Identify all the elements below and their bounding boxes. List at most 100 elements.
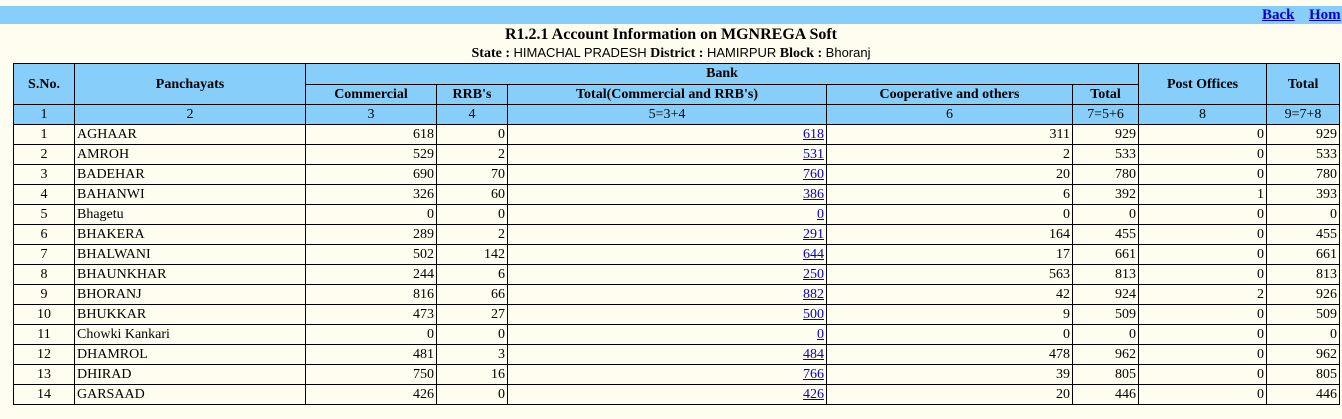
table-row: 2 AMROH 529 2 531 2 533 0 533 bbox=[13, 144, 1341, 165]
cell-sno: 8 bbox=[13, 264, 75, 285]
total-commercial-rrb-link[interactable]: 0 bbox=[817, 327, 824, 342]
cell-total: 455 bbox=[1266, 224, 1341, 245]
table-row: 1 AGHAAR 618 0 618 311 929 0 929 bbox=[13, 124, 1341, 145]
cell-sno: 1 bbox=[13, 124, 75, 145]
cell-cooperative: 6 bbox=[826, 184, 1073, 205]
cell-cooperative: 20 bbox=[826, 384, 1073, 405]
total-commercial-rrb-link[interactable]: 760 bbox=[803, 167, 824, 182]
cell-sno: 5 bbox=[13, 204, 75, 225]
cell-sno: 10 bbox=[13, 304, 75, 325]
cell-bank-total: 929 bbox=[1071, 124, 1140, 145]
state-value: HIMACHAL PRADESH bbox=[513, 45, 647, 60]
back-link[interactable]: Back bbox=[1262, 7, 1295, 24]
header-commercial: Commercial bbox=[305, 83, 437, 105]
cell-post-offices: 0 bbox=[1138, 344, 1268, 365]
cell-total: 805 bbox=[1266, 364, 1341, 385]
cell-total-commercial-rrb: 484 bbox=[507, 344, 827, 365]
cell-bank-total: 455 bbox=[1071, 224, 1140, 245]
cell-total: 446 bbox=[1266, 384, 1341, 405]
cell-cooperative: 9 bbox=[826, 304, 1073, 325]
cell-cooperative: 0 bbox=[826, 324, 1073, 345]
total-commercial-rrb-link[interactable]: 250 bbox=[803, 267, 824, 282]
nav-bar: Back Hom bbox=[0, 6, 1342, 24]
total-commercial-rrb-link[interactable]: 426 bbox=[803, 387, 824, 402]
cell-bank-total: 509 bbox=[1071, 304, 1140, 325]
cell-total-commercial-rrb: 766 bbox=[507, 364, 827, 385]
cell-total-commercial-rrb: 426 bbox=[507, 384, 827, 405]
table-row: 14 GARSAAD 426 0 426 20 446 0 446 bbox=[13, 384, 1341, 405]
cell-panchayat-name: BAHANWI bbox=[74, 184, 306, 205]
cell-panchayat-name: BHAKERA bbox=[74, 224, 306, 245]
total-commercial-rrb-link[interactable]: 0 bbox=[817, 207, 824, 222]
cell-rrb: 0 bbox=[436, 324, 508, 345]
cell-sno: 14 bbox=[13, 384, 75, 405]
cell-rrb: 2 bbox=[436, 224, 508, 245]
cell-rrb: 2 bbox=[436, 144, 508, 165]
column-number: 9=7+8 bbox=[1266, 104, 1341, 125]
table-row: 12 DHAMROL 481 3 484 478 962 0 962 bbox=[13, 344, 1341, 365]
cell-panchayat-name: DHAMROL bbox=[74, 344, 306, 365]
cell-sno: 4 bbox=[13, 184, 75, 205]
cell-total-commercial-rrb: 0 bbox=[507, 204, 827, 225]
total-commercial-rrb-link[interactable]: 531 bbox=[803, 147, 824, 162]
header-post-offices: Post Offices bbox=[1138, 63, 1268, 105]
cell-total-commercial-rrb: 386 bbox=[507, 184, 827, 205]
cell-rrb: 27 bbox=[436, 304, 508, 325]
cell-total-commercial-rrb: 882 bbox=[507, 284, 827, 305]
cell-total-commercial-rrb: 250 bbox=[507, 264, 827, 285]
home-link[interactable]: Hom bbox=[1309, 7, 1341, 24]
header-panchayats: Panchayats bbox=[74, 63, 306, 105]
cell-post-offices: 0 bbox=[1138, 124, 1268, 145]
cell-rrb: 6 bbox=[436, 264, 508, 285]
cell-rrb: 0 bbox=[436, 204, 508, 225]
total-commercial-rrb-link[interactable]: 644 bbox=[803, 247, 824, 262]
table-row: 6 BHAKERA 289 2 291 164 455 0 455 bbox=[13, 224, 1341, 245]
total-commercial-rrb-link[interactable]: 291 bbox=[803, 227, 824, 242]
cell-rrb: 60 bbox=[436, 184, 508, 205]
cell-commercial: 473 bbox=[305, 304, 437, 325]
cell-post-offices: 0 bbox=[1138, 164, 1268, 185]
cell-post-offices: 0 bbox=[1138, 364, 1268, 385]
cell-sno: 6 bbox=[13, 224, 75, 245]
cell-panchayat-name: BHUKKAR bbox=[74, 304, 306, 325]
table-row: 13 DHIRAD 750 16 766 39 805 0 805 bbox=[13, 364, 1341, 385]
total-commercial-rrb-link[interactable]: 484 bbox=[803, 347, 824, 362]
table-row: 10 BHUKKAR 473 27 500 9 509 0 509 bbox=[13, 304, 1341, 325]
cell-post-offices: 2 bbox=[1138, 284, 1268, 305]
column-number: 1 bbox=[13, 104, 75, 125]
cell-panchayat-name: Bhagetu bbox=[74, 204, 306, 225]
cell-commercial: 426 bbox=[305, 384, 437, 405]
cell-cooperative: 17 bbox=[826, 244, 1073, 265]
table-row: 9 BHORANJ 816 66 882 42 924 2 926 bbox=[13, 284, 1341, 305]
cell-total: 509 bbox=[1266, 304, 1341, 325]
cell-bank-total: 924 bbox=[1071, 284, 1140, 305]
column-number: 7=5+6 bbox=[1071, 104, 1140, 125]
total-commercial-rrb-link[interactable]: 618 bbox=[803, 127, 824, 142]
cell-post-offices: 0 bbox=[1138, 204, 1268, 225]
cell-commercial: 529 bbox=[305, 144, 437, 165]
cell-bank-total: 813 bbox=[1071, 264, 1140, 285]
cell-total: 0 bbox=[1266, 324, 1341, 345]
total-commercial-rrb-link[interactable]: 766 bbox=[803, 367, 824, 382]
header-rrb: RRB's bbox=[436, 83, 508, 105]
cell-panchayat-name: DHIRAD bbox=[74, 364, 306, 385]
table-row: 7 BHALWANI 502 142 644 17 661 0 661 bbox=[13, 244, 1341, 265]
district-value: HAMIRPUR bbox=[706, 45, 777, 60]
column-number: 4 bbox=[436, 104, 508, 125]
cell-total-commercial-rrb: 291 bbox=[507, 224, 827, 245]
block-value: Bhoranj bbox=[825, 45, 871, 60]
account-info-table: S.No. Panchayats Bank Post Offices Total… bbox=[13, 63, 1341, 405]
total-commercial-rrb-link[interactable]: 500 bbox=[803, 307, 824, 322]
cell-sno: 3 bbox=[13, 164, 75, 185]
cell-panchayat-name: BHAUNKHAR bbox=[74, 264, 306, 285]
cell-cooperative: 42 bbox=[826, 284, 1073, 305]
cell-cooperative: 39 bbox=[826, 364, 1073, 385]
total-commercial-rrb-link[interactable]: 386 bbox=[803, 187, 824, 202]
cell-rrb: 0 bbox=[436, 124, 508, 145]
cell-cooperative: 478 bbox=[826, 344, 1073, 365]
total-commercial-rrb-link[interactable]: 882 bbox=[803, 287, 824, 302]
cell-panchayat-name: AMROH bbox=[74, 144, 306, 165]
cell-post-offices: 0 bbox=[1138, 384, 1268, 405]
cell-commercial: 750 bbox=[305, 364, 437, 385]
cell-commercial: 244 bbox=[305, 264, 437, 285]
